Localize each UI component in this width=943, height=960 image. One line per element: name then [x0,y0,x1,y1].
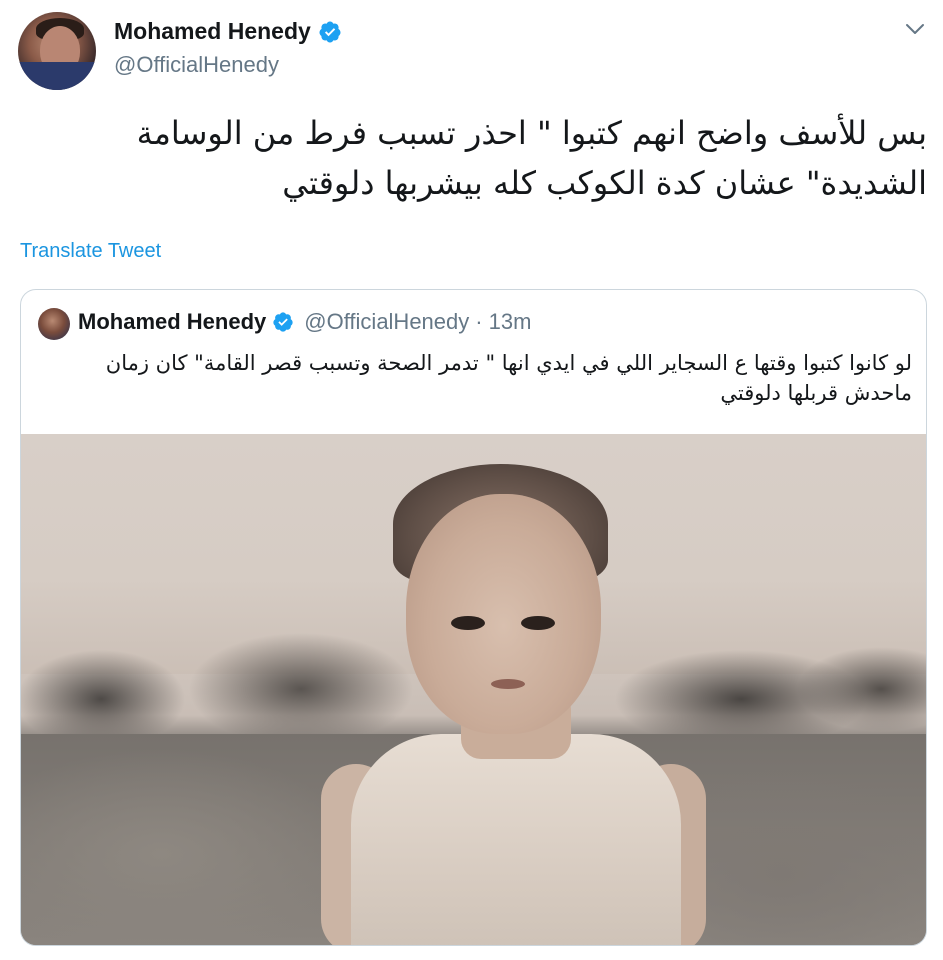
quoted-tweet-text: لو كانوا كتبوا وقتها ع السجاير اللي في ا… [105,351,912,405]
chevron-down-icon[interactable] [905,22,925,36]
quoted-header: Mohamed Henedy @OfficialHenedy · 13m [78,309,531,335]
verified-badge-icon [272,311,294,333]
author-avatar[interactable] [18,12,96,90]
author-name[interactable]: Mohamed Henedy [114,18,311,45]
quoted-separator: · [475,309,483,334]
photo-child-eye-left [451,616,485,630]
verified-badge-icon [318,20,342,44]
quoted-timestamp[interactable]: 13m [489,309,532,335]
photo-child-head [406,494,601,734]
quoted-author-name[interactable]: Mohamed Henedy [78,309,266,335]
photo-child-shirt [351,734,681,945]
quoted-author-avatar[interactable] [38,308,70,340]
quoted-tweet[interactable]: Mohamed Henedy @OfficialHenedy · 13m لو … [20,289,927,946]
quoted-photo[interactable] [21,434,926,945]
photo-child-eye-right [521,616,555,630]
tweet-text: بس للأسف واضح انهم كتبوا " احذر تسبب فرط… [136,114,927,202]
author-name-row: Mohamed Henedy [114,18,342,45]
avatar-shirt [18,62,96,90]
photo-child-mouth [491,679,525,689]
author-handle[interactable]: @OfficialHenedy [114,52,279,78]
quoted-author-handle[interactable]: @OfficialHenedy [304,309,469,335]
translate-tweet-link[interactable]: Translate Tweet [20,240,161,263]
